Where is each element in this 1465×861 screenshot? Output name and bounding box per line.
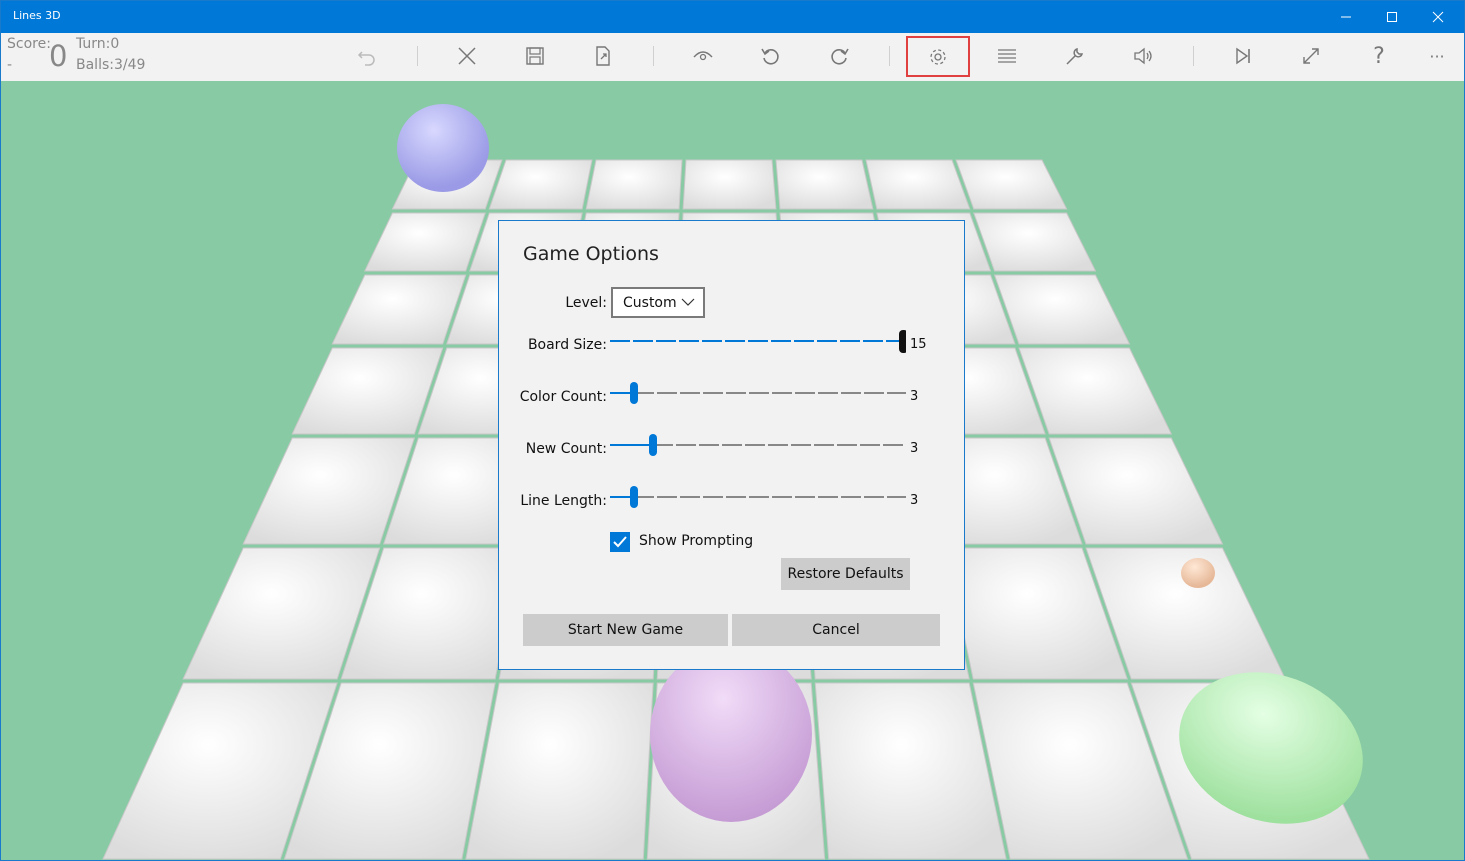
new-count-slider-thumb[interactable] — [649, 434, 657, 456]
skip-next-icon — [1236, 47, 1250, 65]
level-label: Level: — [565, 295, 607, 311]
color-count-value: 3 — [910, 389, 919, 404]
rotate-right-icon — [831, 48, 849, 65]
line-length-value: 3 — [910, 493, 919, 508]
color-count-slider-thumb[interactable] — [630, 382, 638, 404]
title-bar: Lines 3D — [1, 1, 1464, 33]
board-cell[interactable] — [465, 682, 654, 860]
ball-blue[interactable] — [397, 104, 489, 192]
toolbar-separator — [1193, 46, 1194, 66]
save-button[interactable] — [515, 36, 555, 76]
close-window-button[interactable] — [1415, 1, 1461, 33]
close-icon — [1432, 11, 1444, 23]
more-icon: ··· — [1429, 46, 1445, 66]
chevron-down-icon — [681, 298, 695, 306]
board-cell[interactable] — [775, 159, 874, 210]
board-cell[interactable] — [488, 159, 593, 210]
help-button[interactable]: ? — [1359, 36, 1399, 76]
level-value: Custom — [623, 295, 677, 311]
fullscreen-button[interactable] — [1291, 36, 1331, 76]
dialog-title: Game Options — [523, 243, 659, 265]
ball-peach-small[interactable] — [1181, 558, 1215, 588]
score-sub: - — [7, 57, 13, 73]
sound-button[interactable] — [1123, 36, 1163, 76]
toolbar-separator — [417, 46, 418, 66]
score-value: 0 — [49, 39, 68, 73]
undo-button[interactable] — [347, 36, 387, 76]
line-length-label: Line Length: — [520, 493, 607, 509]
level-dropdown[interactable]: Custom — [611, 287, 705, 318]
start-new-game-button[interactable]: Start New Game — [523, 614, 728, 646]
new-count-value: 3 — [910, 441, 919, 456]
cancel-button[interactable]: Cancel — [732, 614, 940, 646]
board-cell[interactable] — [682, 159, 777, 210]
board-size-value: 15 — [910, 337, 927, 352]
game-options-dialog: Game Options Level: Custom Board Size: 1… — [498, 220, 965, 670]
save-icon — [526, 47, 544, 65]
maximize-icon — [1387, 12, 1397, 22]
speaker-icon — [1134, 47, 1152, 65]
window-title: Lines 3D — [13, 9, 61, 22]
maximize-button[interactable] — [1369, 1, 1415, 33]
turn-count: Turn:0 — [76, 36, 120, 52]
board-size-slider-thumb[interactable] — [899, 330, 906, 353]
rotate-left-button[interactable] — [751, 36, 791, 76]
board-size-label: Board Size: — [527, 337, 607, 353]
rotate-right-button[interactable] — [819, 36, 859, 76]
gear-icon — [930, 48, 946, 65]
line-length-slider-thumb[interactable] — [630, 486, 638, 508]
show-prompting-label[interactable]: Show Prompting — [639, 533, 753, 549]
tools-button[interactable] — [1055, 36, 1095, 76]
show-prompting-checkbox[interactable] — [610, 532, 630, 552]
settings-button[interactable] — [906, 36, 970, 77]
color-count-slider[interactable] — [610, 381, 906, 405]
rotate-left-icon — [761, 48, 779, 65]
abort-game-button[interactable] — [447, 36, 487, 76]
board-size-slider[interactable] — [610, 329, 906, 353]
checkmark-icon — [613, 536, 627, 548]
score-label: Score: — [7, 36, 51, 52]
board-cell[interactable] — [865, 159, 971, 210]
restore-defaults-button[interactable]: Restore Defaults — [781, 558, 910, 590]
resize-icon — [1303, 48, 1319, 64]
board-cell[interactable] — [585, 159, 683, 210]
undo-icon — [357, 51, 375, 66]
close-x-icon — [458, 47, 476, 65]
help-icon: ? — [1373, 43, 1385, 69]
skip-next-button[interactable] — [1223, 36, 1263, 76]
line-length-slider[interactable] — [610, 485, 906, 509]
wrench-icon — [1066, 47, 1084, 65]
eye-icon — [693, 51, 713, 61]
toolbar-separator — [653, 46, 654, 66]
minimize-button[interactable] — [1323, 1, 1369, 33]
ball-purple[interactable] — [650, 646, 812, 822]
export-icon — [596, 46, 610, 66]
new-count-label: New Count: — [525, 441, 607, 457]
view-button[interactable] — [683, 36, 723, 76]
more-button[interactable]: ··· — [1417, 36, 1457, 76]
export-button[interactable] — [583, 36, 623, 76]
scores-list-button[interactable] — [987, 36, 1027, 76]
app-window: Lines 3D Score: - 0 Turn:0 Balls:3/49 ? … — [0, 0, 1465, 861]
toolbar-separator — [889, 46, 890, 66]
minimize-icon — [1341, 16, 1351, 18]
balls-count: Balls:3/49 — [76, 57, 146, 73]
new-count-slider[interactable] — [610, 433, 906, 457]
color-count-label: Color Count: — [519, 389, 607, 405]
list-icon — [998, 49, 1016, 63]
